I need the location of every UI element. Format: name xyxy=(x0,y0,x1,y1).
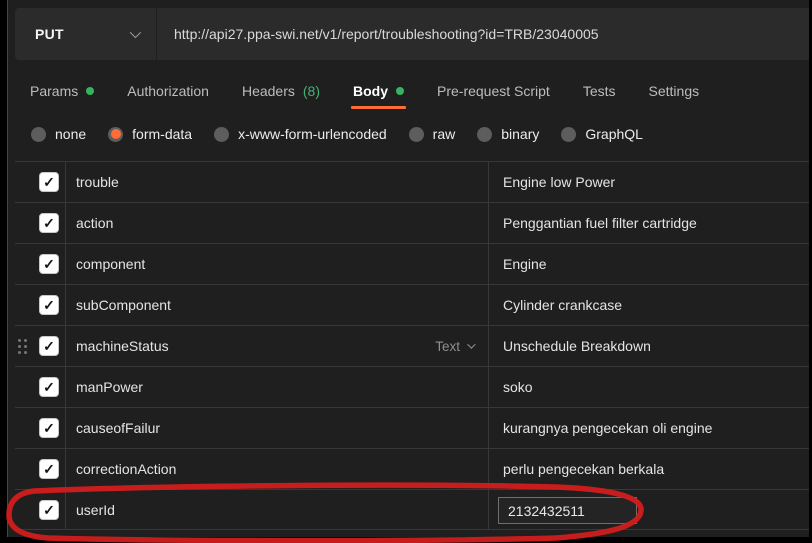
row-checkbox[interactable]: ✓ xyxy=(39,418,59,438)
mode-graphql[interactable]: GraphQL xyxy=(561,126,643,142)
radio-selected-icon xyxy=(108,127,123,142)
value-cell[interactable]: soko xyxy=(503,367,533,407)
table-row-machinestatus: ✓ machineStatus Text Unschedule Breakdow… xyxy=(15,325,809,366)
chevron-down-icon xyxy=(130,27,141,38)
mode-raw[interactable]: raw xyxy=(409,126,456,142)
mode-label: none xyxy=(55,126,86,142)
drag-handle-icon[interactable] xyxy=(18,339,27,354)
key-cell[interactable]: action xyxy=(76,203,113,243)
table-row-userid: ✓ userId 2132432511 xyxy=(15,489,809,530)
chevron-down-icon xyxy=(467,340,475,348)
mode-label: GraphQL xyxy=(585,126,643,142)
mode-x-www-form-urlencoded[interactable]: x-www-form-urlencoded xyxy=(214,126,387,142)
headers-count-badge: (8) xyxy=(303,83,320,99)
value-cell[interactable]: kurangnya pengecekan oli engine xyxy=(503,408,712,448)
method-label: PUT xyxy=(35,26,64,42)
value-type-label: Text xyxy=(435,339,460,354)
mode-none[interactable]: none xyxy=(31,126,86,142)
modified-dot-icon xyxy=(396,87,404,95)
mode-form-data[interactable]: form-data xyxy=(108,126,192,142)
tab-label: Params xyxy=(30,83,78,99)
key-cell[interactable]: manPower xyxy=(76,367,143,407)
request-panel: PUT http://api27.ppa-swi.net/v1/report/t… xyxy=(7,0,809,537)
tab-headers[interactable]: Headers (8) xyxy=(242,72,320,110)
row-checkbox[interactable]: ✓ xyxy=(39,172,59,192)
url-input[interactable]: http://api27.ppa-swi.net/v1/report/troub… xyxy=(157,8,809,60)
table-row-component: ✓ component Engine xyxy=(15,243,809,284)
app-window: PUT http://api27.ppa-swi.net/v1/report/t… xyxy=(0,0,812,543)
radio-icon xyxy=(31,127,46,142)
tab-label: Tests xyxy=(583,83,616,99)
table-row-subcomponent: ✓ subComponent Cylinder crankcase xyxy=(15,284,809,325)
table-row-action: ✓ action Penggantian fuel filter cartrid… xyxy=(15,202,809,243)
modified-dot-icon xyxy=(86,87,94,95)
tab-authorization[interactable]: Authorization xyxy=(127,72,209,110)
value-cell[interactable]: Unschedule Breakdown xyxy=(503,326,651,366)
row-checkbox[interactable]: ✓ xyxy=(39,295,59,315)
method-select[interactable]: PUT xyxy=(15,8,156,60)
mode-label: form-data xyxy=(132,126,192,142)
request-bar: PUT http://api27.ppa-swi.net/v1/report/t… xyxy=(15,8,809,60)
value-cell[interactable]: Penggantian fuel filter cartridge xyxy=(503,203,697,243)
tab-label: Headers xyxy=(242,83,295,99)
tab-params[interactable]: Params xyxy=(30,72,94,110)
row-checkbox[interactable]: ✓ xyxy=(39,459,59,479)
value-input[interactable]: 2132432511 xyxy=(498,497,637,524)
mode-binary[interactable]: binary xyxy=(477,126,539,142)
table-row-manpower: ✓ manPower soko xyxy=(15,366,809,407)
value-cell[interactable]: perlu pengecekan berkala xyxy=(503,449,664,489)
table-row-causeoffailur: ✓ causeofFailur kurangnya pengecekan oli… xyxy=(15,407,809,448)
table-row-trouble: ✓ trouble Engine low Power xyxy=(15,161,809,202)
mode-label: binary xyxy=(501,126,539,142)
key-cell[interactable]: trouble xyxy=(76,162,119,202)
key-cell[interactable]: machineStatus xyxy=(76,326,169,366)
tab-label: Settings xyxy=(649,83,700,99)
mode-label: x-www-form-urlencoded xyxy=(238,126,387,142)
radio-icon xyxy=(214,127,229,142)
form-data-table: ✓ trouble Engine low Power ✓ action Peng… xyxy=(15,161,809,531)
tab-label: Body xyxy=(353,83,388,99)
key-cell[interactable]: correctionAction xyxy=(76,449,176,489)
tab-pre-request-script[interactable]: Pre-request Script xyxy=(437,72,550,110)
radio-icon xyxy=(409,127,424,142)
key-cell[interactable]: subComponent xyxy=(76,285,171,325)
key-cell[interactable]: component xyxy=(76,244,145,284)
row-checkbox[interactable]: ✓ xyxy=(39,336,59,356)
table-row-correctionaction: ✓ correctionAction perlu pengecekan berk… xyxy=(15,448,809,489)
mode-label: raw xyxy=(433,126,456,142)
row-checkbox[interactable]: ✓ xyxy=(39,254,59,274)
request-tabs: Params Authorization Headers (8) Body Pr… xyxy=(15,72,809,110)
key-cell[interactable]: causeofFailur xyxy=(76,408,160,448)
body-mode-selector: none form-data x-www-form-urlencoded raw… xyxy=(15,118,809,150)
row-checkbox[interactable]: ✓ xyxy=(39,377,59,397)
tab-label: Authorization xyxy=(127,83,209,99)
radio-icon xyxy=(477,127,492,142)
value-cell[interactable]: Engine xyxy=(503,244,547,284)
tab-settings[interactable]: Settings xyxy=(649,72,700,110)
row-checkbox[interactable]: ✓ xyxy=(39,213,59,233)
tab-body[interactable]: Body xyxy=(353,72,404,110)
tab-tests[interactable]: Tests xyxy=(583,72,616,110)
key-cell[interactable]: userId xyxy=(76,490,115,529)
row-checkbox[interactable]: ✓ xyxy=(39,500,59,520)
radio-icon xyxy=(561,127,576,142)
value-cell[interactable]: Engine low Power xyxy=(503,162,615,202)
tab-label: Pre-request Script xyxy=(437,83,550,99)
value-cell[interactable]: Cylinder crankcase xyxy=(503,285,622,325)
value-type-select[interactable]: Text xyxy=(435,326,473,366)
